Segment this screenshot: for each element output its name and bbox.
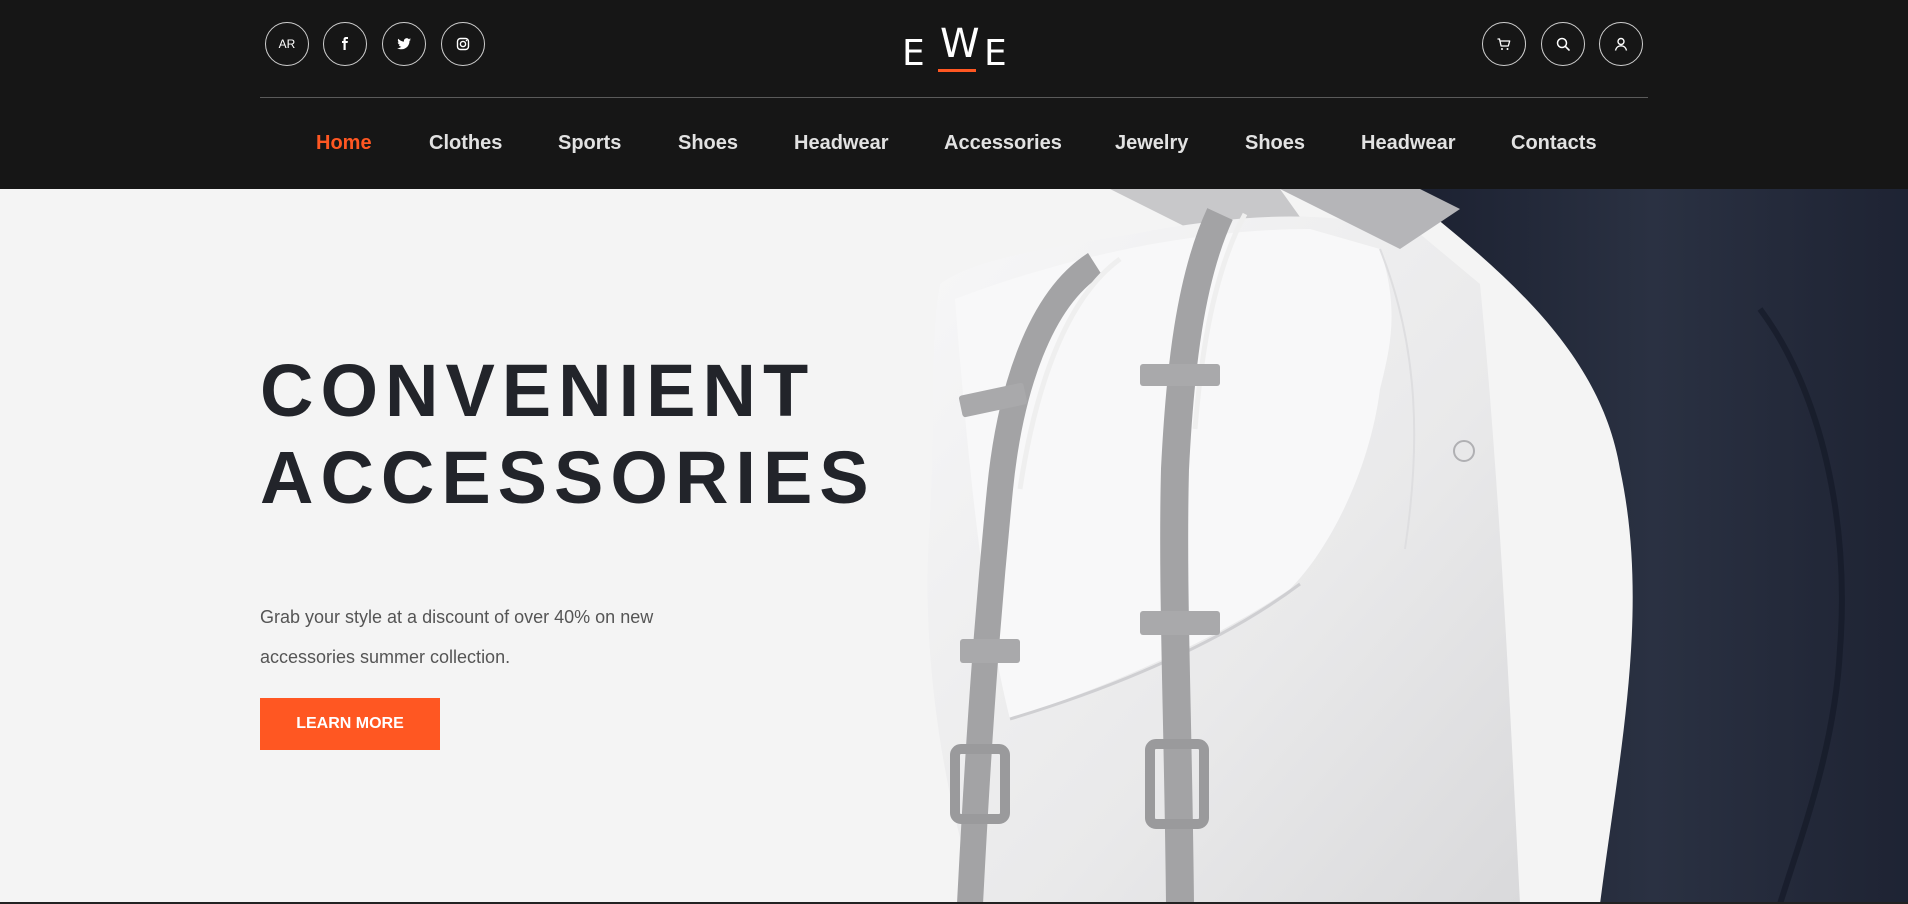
- header-top-row: AR E W E: [260, 0, 1648, 98]
- nav-item-contacts[interactable]: Contacts: [1511, 132, 1597, 156]
- nav-item-headwear[interactable]: Headwear: [794, 132, 889, 156]
- twitter-icon: [397, 38, 411, 50]
- facebook-icon: [342, 37, 348, 50]
- nav-item-shoes[interactable]: Shoes: [678, 132, 738, 156]
- site-logo[interactable]: E W E: [902, 24, 1008, 74]
- facebook-button[interactable]: [323, 22, 367, 66]
- nav-item-headwear-2[interactable]: Headwear: [1361, 132, 1456, 156]
- learn-more-button[interactable]: LEARN MORE: [260, 698, 440, 750]
- nav-item-shoes-2[interactable]: Shoes: [1245, 132, 1305, 156]
- instagram-icon: [456, 37, 470, 51]
- hero-subtitle-line-1: Grab your style at a discount of over 40…: [260, 607, 654, 627]
- hero-title-line-1: CONVENIENT: [260, 349, 816, 432]
- instagram-button[interactable]: [441, 22, 485, 66]
- twitter-button[interactable]: [382, 22, 426, 66]
- backpack-image: [927, 189, 1908, 904]
- account-button[interactable]: [1599, 22, 1643, 66]
- language-switch-button[interactable]: AR: [265, 22, 309, 66]
- site-header: AR E W E Home Clothes Sports Shoes Headw…: [0, 0, 1908, 189]
- nav-item-jewelry[interactable]: Jewelry: [1115, 132, 1188, 156]
- user-icon: [1614, 37, 1628, 51]
- hero-title-line-2: ACCESSORIES: [260, 436, 876, 519]
- nav-item-sports[interactable]: Sports: [558, 132, 621, 156]
- hero-subtitle-line-2: accessories summer collection.: [260, 647, 511, 667]
- cart-button[interactable]: [1482, 22, 1526, 66]
- search-icon: [1556, 37, 1570, 51]
- logo-letter-center: W: [940, 21, 980, 67]
- main-navigation: Home Clothes Sports Shoes Headwear Acces…: [0, 98, 1908, 189]
- logo-letter-right: E: [984, 33, 1007, 74]
- nav-item-home[interactable]: Home: [316, 132, 372, 156]
- nav-item-accessories[interactable]: Accessories: [944, 132, 1062, 156]
- language-label: AR: [278, 37, 296, 51]
- logo-underline: [938, 69, 976, 72]
- search-button[interactable]: [1541, 22, 1585, 66]
- logo-letter-left: E: [902, 33, 925, 74]
- nav-item-clothes[interactable]: Clothes: [429, 132, 502, 156]
- cart-icon: [1497, 38, 1511, 50]
- hero-banner: CONVENIENT ACCESSORIES Grab your style a…: [0, 189, 1908, 904]
